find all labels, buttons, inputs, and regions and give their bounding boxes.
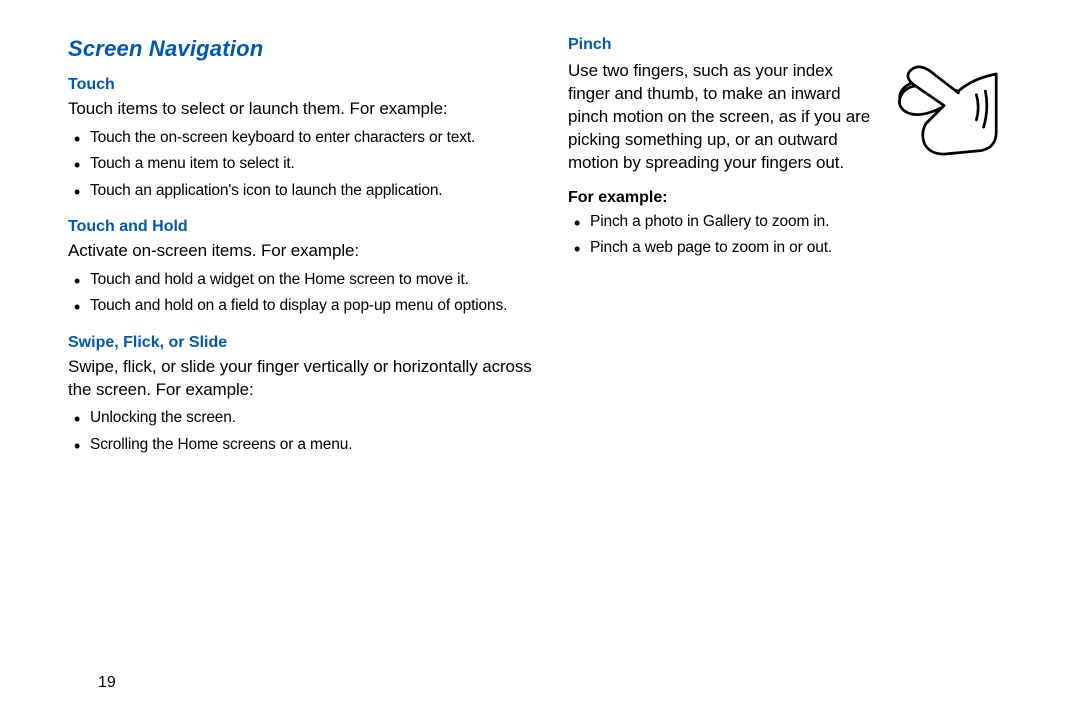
list-item: Touch and hold a widget on the Home scre… — [68, 267, 538, 293]
touch-hold-list: Touch and hold a widget on the Home scre… — [68, 267, 538, 320]
touch-hold-heading: Touch and Hold — [68, 218, 538, 236]
pinch-hand-icon — [890, 60, 998, 160]
list-item: Touch and hold on a field to display a p… — [68, 293, 538, 319]
pinch-block: Use two fingers, such as your index fing… — [568, 58, 998, 179]
right-column: Pinch Use two fingers, such as your inde… — [568, 36, 998, 462]
touch-intro: Touch items to select or launch them. Fo… — [68, 98, 538, 121]
list-item: Pinch a photo in Gallery to zoom in. — [568, 209, 998, 235]
list-item: Unlocking the screen. — [68, 405, 538, 431]
swipe-list: Unlocking the screen. Scrolling the Home… — [68, 405, 538, 458]
list-item: Touch the on-screen keyboard to enter ch… — [68, 125, 538, 151]
page-number: 19 — [98, 674, 116, 692]
left-column: Screen Navigation Touch Touch items to s… — [68, 36, 538, 462]
touch-heading: Touch — [68, 76, 538, 94]
manual-page: Screen Navigation Touch Touch items to s… — [0, 0, 1080, 720]
swipe-heading: Swipe, Flick, or Slide — [68, 334, 538, 352]
list-item: Touch an application's icon to launch th… — [68, 178, 538, 204]
pinch-example-label: For example: — [568, 189, 998, 207]
pinch-text-wrap: Use two fingers, such as your index fing… — [568, 58, 876, 179]
pinch-list: Pinch a photo in Gallery to zoom in. Pin… — [568, 209, 998, 262]
swipe-intro: Swipe, flick, or slide your finger verti… — [68, 356, 538, 402]
pinch-heading: Pinch — [568, 36, 998, 54]
list-item: Touch a menu item to select it. — [68, 151, 538, 177]
page-title: Screen Navigation — [68, 36, 538, 62]
touch-hold-intro: Activate on-screen items. For example: — [68, 240, 538, 263]
pinch-intro: Use two fingers, such as your index fing… — [568, 60, 876, 175]
list-item: Scrolling the Home screens or a menu. — [68, 432, 538, 458]
two-column-layout: Screen Navigation Touch Touch items to s… — [68, 36, 1024, 462]
list-item: Pinch a web page to zoom in or out. — [568, 235, 998, 261]
touch-list: Touch the on-screen keyboard to enter ch… — [68, 125, 538, 204]
